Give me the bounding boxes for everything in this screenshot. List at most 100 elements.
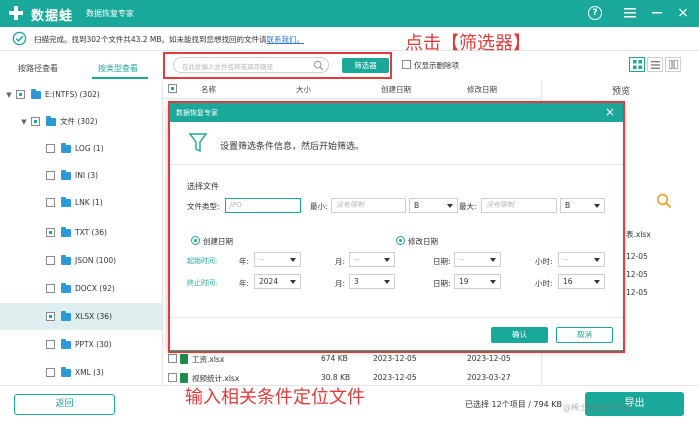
tree-item-lnk[interactable]: LNK (1) [0, 189, 162, 216]
list-view-icon [650, 60, 660, 69]
select-all-checkbox[interactable] [168, 84, 177, 93]
tree-item-label: DOCX (92) [75, 284, 115, 293]
folder-icon [61, 310, 71, 321]
expand-arrow-icon[interactable]: ▼ [20, 118, 28, 126]
tab-by-path[interactable]: 按路径查看 [18, 63, 58, 74]
tree-item-label: TXT (36) [75, 228, 107, 237]
list-view-button[interactable] [647, 57, 663, 72]
detail-view-button[interactable] [665, 57, 681, 72]
deleted-only-label: 仅显示删除项 [414, 61, 459, 70]
file-list-header: 名称 大小 创建日期 修改日期 [163, 80, 540, 99]
selection-summary: 已选择 12个项目 / 794 KB [465, 400, 563, 409]
left-panel-divider [162, 80, 163, 385]
row-checkbox[interactable] [168, 373, 177, 382]
annotation-enter-conditions: 输入相关条件定位文件 [185, 387, 365, 408]
view-tabs: 按路径查看 按类型查看 [0, 58, 163, 80]
tree-item-checkbox[interactable] [46, 144, 55, 153]
active-tab-indicator [92, 77, 148, 79]
column-size[interactable]: 大小 [296, 84, 311, 95]
tree-item-label: LNK (1) [75, 198, 103, 207]
file-size: 674 KB [321, 354, 348, 363]
preview-title: 预览 [612, 87, 631, 97]
scan-status-text: 扫描完成。找到302个文件共43.2 MB。如未能找到您想找回的文件请联系我们。 [34, 35, 305, 44]
column-name[interactable]: 名称 [201, 84, 216, 95]
folder-icon [61, 366, 71, 377]
app-logo-text: 数据蛙 [31, 9, 74, 24]
deleted-only-checkbox[interactable] [402, 60, 411, 69]
back-button[interactable]: 返回 [14, 394, 115, 415]
tree-item-label: XML (3) [75, 368, 104, 377]
row-checkbox[interactable] [168, 354, 177, 363]
annotation-click-filter: 点击【筛选器】 [405, 33, 531, 54]
folder-icon [46, 115, 56, 126]
tree-item-pptx[interactable]: PPTX (30) [0, 331, 162, 358]
tree-drive-label: E:(NTFS) (302) [45, 90, 100, 99]
tree-item-checkbox[interactable] [46, 368, 55, 377]
date-peek: 12-05 [626, 252, 648, 261]
file-modified: 2023-12-05 [467, 354, 511, 363]
folder-icon [61, 142, 71, 153]
file-modified: 2023-03-27 [467, 373, 511, 382]
logo-icon [9, 6, 23, 20]
folder-icon [61, 169, 71, 180]
tree-item-ini[interactable]: INI (3) [0, 162, 162, 189]
excel-file-icon [180, 373, 188, 383]
tree-item-checkbox[interactable] [46, 228, 55, 237]
tree-item-checkbox[interactable] [46, 340, 55, 349]
file-created: 2023-12-05 [373, 354, 417, 363]
tree-item-label: XLSX (36) [75, 312, 112, 321]
folder-icon [61, 226, 71, 237]
expand-arrow-icon[interactable]: ▼ [5, 91, 13, 99]
file-created: 2023-12-05 [373, 373, 417, 382]
tree-item-log[interactable]: LOG (1) [0, 135, 162, 162]
tree-item-xml[interactable]: XML (3) [0, 359, 162, 386]
grid-view-icon [632, 60, 642, 69]
tree-item-label: INI (3) [75, 171, 99, 180]
tree-item-label: PPTX (30) [75, 340, 112, 349]
help-icon[interactable]: ? [588, 6, 602, 20]
tree-item-checkbox[interactable] [46, 198, 55, 207]
check-circle-icon [12, 31, 27, 46]
folder-icon [61, 282, 71, 293]
tree-item-checkbox[interactable] [46, 284, 55, 293]
tree-item-checkbox[interactable] [46, 312, 55, 321]
column-created[interactable]: 创建日期 [381, 84, 411, 95]
tree-drive-checkbox[interactable] [16, 90, 25, 99]
tree-item-checkbox[interactable] [46, 256, 55, 265]
grid-view-button[interactable] [629, 57, 645, 72]
tree-item-json[interactable]: JSON (100) [0, 247, 162, 274]
menu-icon[interactable] [623, 6, 637, 20]
column-modified[interactable]: 修改日期 [467, 84, 497, 95]
tree-item-xlsx[interactable]: XLSX (36) [0, 303, 162, 330]
folder-icon [61, 196, 71, 207]
date-peek: 12-05 [626, 270, 648, 279]
tree-drive-row[interactable]: ▼ E:(NTFS) (302) [0, 81, 162, 108]
annotation-box-filter [163, 52, 392, 79]
file-name-peek: 表.xlsx [626, 230, 651, 239]
close-icon[interactable]: × [676, 5, 690, 21]
tree-item-txt[interactable]: TXT (36) [0, 219, 162, 246]
date-peek: 12-05 [626, 288, 648, 297]
tree-folder-label: 文件 (302) [60, 117, 98, 126]
file-name: 工资.xlsx [192, 355, 225, 364]
tree-folder-row[interactable]: ▼ 文件 (302) [0, 108, 162, 135]
tree-item-checkbox[interactable] [46, 171, 55, 180]
excel-file-icon [180, 354, 188, 364]
drive-icon [31, 88, 41, 99]
tree-item-docx[interactable]: DOCX (92) [0, 275, 162, 302]
minimize-icon[interactable] [650, 6, 664, 20]
folder-icon [61, 338, 71, 349]
zoom-icon[interactable] [656, 193, 672, 209]
file-size: 30.8 KB [321, 373, 351, 382]
scan-status-bar: 扫描完成。找到302个文件共43.2 MB。如未能找到您想找回的文件请联系我们。 [0, 27, 699, 51]
watermark-text: @稀土掘金技术社区 [563, 403, 635, 412]
folder-icon [61, 254, 71, 265]
detail-view-icon [668, 60, 678, 69]
tree-item-label: JSON (100) [75, 256, 117, 265]
annotation-box-dialog [168, 101, 625, 353]
app-subtitle: 数据恢复专家 [86, 9, 134, 18]
tab-by-type[interactable]: 按类型查看 [98, 63, 138, 74]
contact-us-link[interactable]: 联系我们。 [267, 35, 305, 44]
tree-folder-checkbox[interactable] [31, 117, 40, 126]
tree-item-label: LOG (1) [75, 144, 104, 153]
